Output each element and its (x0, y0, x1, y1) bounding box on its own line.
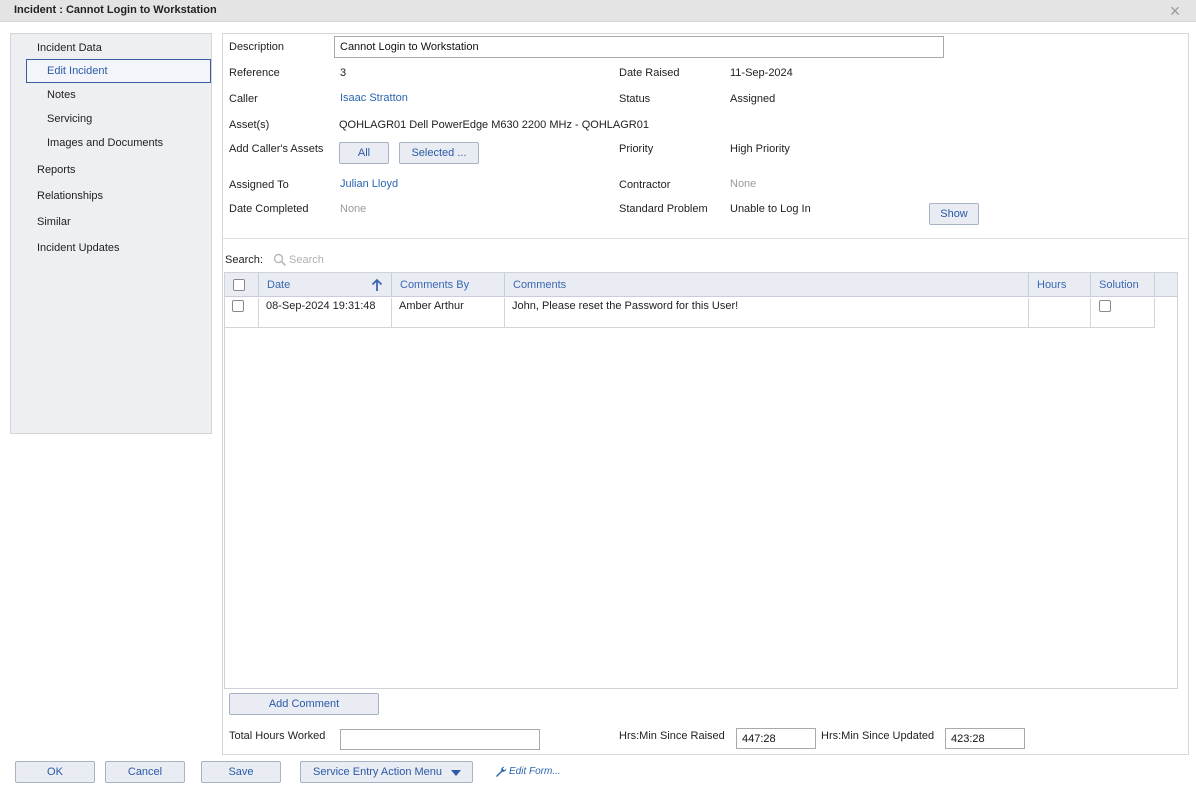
caller-link[interactable]: Isaac Stratton (340, 92, 408, 104)
nav-reports[interactable]: Reports (37, 164, 76, 176)
navigation-panel: Incident Data Edit Incident Notes Servic… (10, 33, 212, 434)
nav-edit-incident[interactable]: Edit Incident (26, 59, 211, 83)
service-entry-menu-button[interactable]: Service Entry Action Menu (300, 761, 473, 783)
assigned-to-label: Assigned To (229, 179, 289, 191)
caret-down-icon (451, 770, 461, 776)
assigned-to-link[interactable]: Julian Lloyd (340, 178, 398, 190)
description-input[interactable] (334, 36, 944, 58)
wrench-icon[interactable] (495, 766, 507, 778)
column-solution[interactable]: Solution (1091, 273, 1155, 297)
nav-servicing[interactable]: Servicing (47, 113, 92, 125)
search-icon (273, 253, 287, 267)
show-problem-button[interactable]: Show (929, 203, 979, 225)
cell-solution (1091, 298, 1155, 328)
title-bar: Incident : Cannot Login to Workstation × (0, 0, 1196, 22)
search-placeholder: Search (289, 254, 324, 266)
cell-comments-by: Amber Arthur (392, 298, 505, 328)
column-comments-by[interactable]: Comments By (392, 273, 505, 297)
date-completed-value: None (340, 203, 367, 215)
ok-button[interactable]: OK (15, 761, 95, 783)
standard-problem-label: Standard Problem (619, 203, 708, 215)
grid-header: Date Comments By Comments Hours Solution (225, 273, 1177, 297)
row-select-checkbox[interactable] (232, 300, 244, 312)
table-row[interactable]: 08-Sep-2024 19:31:48 Amber Arthur John, … (225, 298, 1155, 328)
nav-notes[interactable]: Notes (47, 89, 76, 101)
cell-comments: John, Please reset the Password for this… (505, 298, 1029, 328)
sort-ascending-icon[interactable] (371, 278, 383, 292)
date-completed-label: Date Completed (229, 203, 309, 215)
column-date-label: Date (267, 279, 291, 291)
status-value: Assigned (730, 93, 776, 105)
section-divider (223, 238, 1188, 239)
standard-problem-value: Unable to Log In (730, 203, 811, 215)
add-callers-assets-label: Add Caller's Assets (229, 143, 324, 155)
nav-relationships[interactable]: Relationships (37, 190, 103, 202)
date-raised-value: 11-Sep-2024 (730, 67, 793, 79)
column-date[interactable]: Date (259, 273, 392, 297)
reference-label: Reference (229, 67, 280, 79)
add-comment-button[interactable]: Add Comment (229, 693, 379, 715)
total-hours-label: Total Hours Worked (229, 730, 326, 742)
row-select-cell (225, 298, 259, 328)
since-updated-label: Hrs:Min Since Updated (821, 730, 935, 742)
assets-label: Asset(s) (229, 119, 270, 131)
nav-similar[interactable]: Similar (37, 216, 71, 228)
assets-value: QOHLAGR01 Dell PowerEdge M630 2200 MHz -… (339, 119, 649, 131)
close-icon[interactable]: × (1164, 2, 1186, 20)
cell-date: 08-Sep-2024 19:31:48 (259, 298, 392, 328)
cancel-button[interactable]: Cancel (105, 761, 185, 783)
save-button[interactable]: Save (201, 761, 281, 783)
search-label: Search: (225, 254, 263, 266)
select-all-checkbox[interactable] (233, 279, 245, 291)
all-assets-button[interactable]: All (339, 142, 389, 164)
nav-incident-updates[interactable]: Incident Updates (37, 242, 120, 254)
contractor-value: None (730, 178, 757, 190)
nav-images-documents[interactable]: Images and Documents (47, 137, 163, 149)
select-all-cell (225, 273, 259, 297)
column-hours[interactable]: Hours (1029, 273, 1091, 297)
cell-hours (1029, 298, 1091, 328)
window-title: Incident : Cannot Login to Workstation (14, 4, 217, 16)
incident-form-panel: Description Reference 3 Date Raised 11-S… (222, 33, 1189, 755)
since-raised-label: Hrs:Min Since Raised (619, 730, 725, 742)
caller-label: Caller (229, 93, 258, 105)
contractor-label: Contractor (619, 179, 671, 191)
priority-label: Priority (619, 143, 654, 155)
selected-assets-button[interactable]: Selected ... (399, 142, 479, 164)
total-hours-input[interactable] (340, 729, 540, 750)
comments-grid: Date Comments By Comments Hours Solution… (224, 272, 1178, 689)
status-label: Status (619, 93, 651, 105)
priority-value: High Priority (730, 143, 790, 155)
description-label: Description (229, 41, 285, 53)
since-updated-input[interactable] (945, 728, 1025, 749)
edit-form-link[interactable]: Edit Form... (509, 766, 561, 777)
search-input[interactable]: Search (273, 250, 433, 270)
nav-incident-data[interactable]: Incident Data (37, 42, 102, 54)
reference-value: 3 (340, 67, 347, 79)
date-raised-label: Date Raised (619, 67, 680, 79)
column-comments[interactable]: Comments (505, 273, 1029, 297)
since-raised-input[interactable] (736, 728, 816, 749)
service-entry-menu-label: Service Entry Action Menu (313, 766, 443, 778)
solution-checkbox[interactable] (1099, 300, 1111, 312)
